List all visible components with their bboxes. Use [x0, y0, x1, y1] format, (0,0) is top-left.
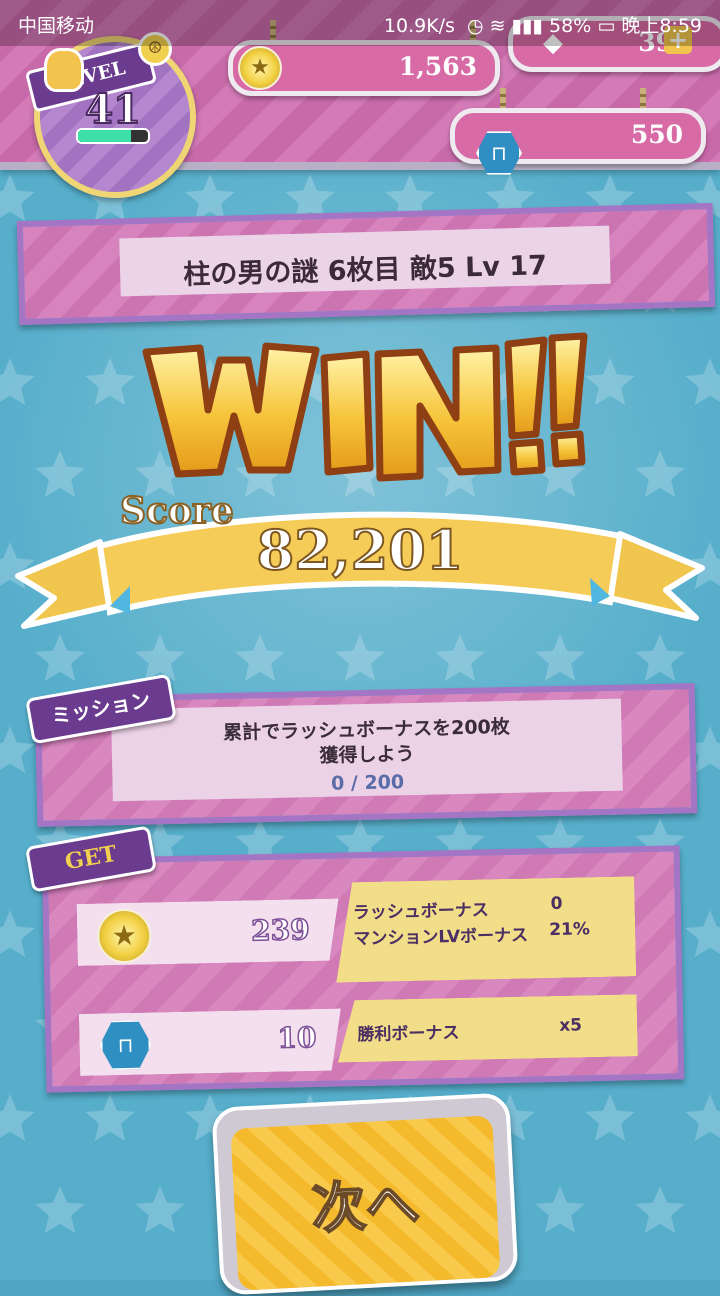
star-decoration	[0, 910, 35, 957]
next-button-label: 次へ	[309, 1171, 422, 1242]
chair-reward-amount: 10	[276, 1020, 317, 1055]
mission-panel-inner: 累計でラッシュボーナスを200枚 獲得しよう 0 / 200	[110, 698, 623, 802]
score-value: 82,201	[256, 517, 465, 583]
win-bonus-label: 勝利ボーナス	[357, 1022, 460, 1046]
star-decoration	[585, 1094, 635, 1141]
next-button[interactable]: 次へ	[211, 1092, 519, 1296]
star-decoration	[685, 1094, 720, 1141]
coin-count: 1,563	[398, 52, 477, 81]
mansion-bonus-label: マンションLVボーナス	[353, 925, 529, 950]
star-decoration	[0, 358, 35, 405]
network-speed: 10.9K/s	[383, 15, 455, 37]
xp-progress-bar	[76, 128, 150, 144]
star-decoration	[85, 358, 135, 405]
star-decoration	[135, 1186, 185, 1233]
stage-banner-inner: 柱の男の謎 6枚目 敵5 Lv 17	[119, 225, 611, 297]
mansion-bonus-value: 21%	[549, 919, 591, 941]
star-decoration	[585, 358, 635, 405]
signal-icon: ◷ ≋ ▮▮▮	[461, 15, 550, 37]
star-decoration	[35, 1186, 85, 1233]
clock: 晚上8:59	[621, 15, 702, 37]
stage-banner: 柱の男の謎 6枚目 敵5 Lv 17	[16, 202, 716, 326]
coin-reward-amount: 239	[250, 912, 311, 948]
rush-bonus-label: ラッシュボーナス	[352, 900, 490, 924]
mission-description: 累計でラッシュボーナスを200枚 獲得しよう	[111, 713, 622, 774]
star-decoration	[635, 1186, 685, 1233]
star-decoration	[685, 358, 720, 405]
rush-bonus-value: 0	[550, 893, 563, 915]
star-decoration	[85, 1094, 135, 1141]
stage-title: 柱の男の謎 6枚目 敵5 Lv 17	[183, 250, 548, 291]
win-graphic	[138, 330, 588, 490]
battery-percent: 58%	[549, 15, 592, 37]
win-text-art	[142, 332, 588, 482]
star-decoration	[0, 726, 35, 773]
carrier-name: 中国移动	[18, 15, 95, 37]
status-bar: 中国移动 10.9K/s ◷ ≋ ▮▮▮ 58% ▭ 晚上8:59	[0, 0, 720, 46]
chair-count: 550	[630, 120, 683, 149]
star-decoration	[0, 174, 35, 221]
star-decoration	[685, 910, 720, 957]
star-decoration	[535, 1186, 585, 1233]
battery-icon: ▭	[597, 15, 622, 37]
coin-icon: ★	[238, 46, 282, 90]
win-bonus-value: x5	[559, 1015, 583, 1036]
star-decoration	[185, 174, 235, 221]
rewards-panel: ★ 239 ⊓ 10 ラッシュボーナス 0 マンションLVボーナス 21% 勝利…	[41, 845, 685, 1093]
level-number: 41	[84, 85, 142, 134]
status-right: 10.9K/s ◷ ≋ ▮▮▮ 58% ▭ 晚上8:59	[384, 11, 702, 38]
xp-progress-fill	[78, 130, 131, 142]
next-button-face: 次へ	[230, 1115, 501, 1291]
star-decoration	[0, 1094, 35, 1141]
